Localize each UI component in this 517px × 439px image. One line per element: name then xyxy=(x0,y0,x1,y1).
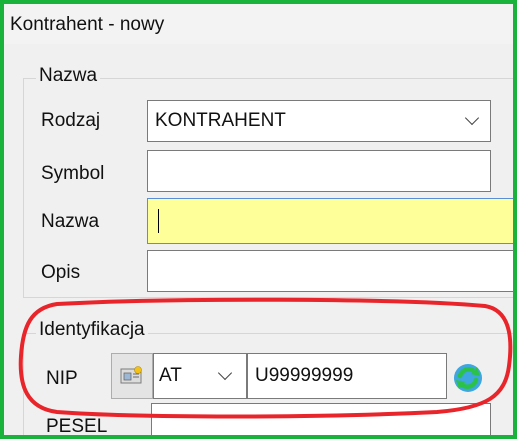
country-select[interactable]: AT xyxy=(153,353,247,399)
pesel-label: PESEL xyxy=(46,416,108,437)
rodzaj-select-value: KONTRAHENT xyxy=(155,110,286,131)
nip-input[interactable]: U99999999 xyxy=(247,353,447,399)
chevron-down-icon xyxy=(217,365,233,381)
window-title: Kontrahent - nowy xyxy=(10,14,165,35)
card-icon xyxy=(120,366,142,384)
refresh-icon xyxy=(454,364,482,392)
nip-label: NIP xyxy=(46,368,78,389)
refresh-button[interactable] xyxy=(451,361,485,395)
pesel-input[interactable] xyxy=(151,403,491,435)
dialog-window: Kontrahent - nowy Nazwa Rodzaj KONTRAHEN… xyxy=(0,0,517,439)
symbol-label: Symbol xyxy=(41,163,105,184)
title-bar: Kontrahent - nowy xyxy=(4,4,513,44)
symbol-input[interactable] xyxy=(147,150,491,192)
country-select-value: AT xyxy=(159,365,182,386)
opis-input[interactable] xyxy=(147,250,513,292)
identyfikacja-group-legend: Identyfikacja xyxy=(36,319,148,341)
chevron-down-icon xyxy=(464,110,480,126)
rodzaj-select[interactable]: KONTRAHENT xyxy=(147,100,491,142)
nazwa-label: Nazwa xyxy=(41,211,100,232)
nazwa-input[interactable] xyxy=(147,198,513,244)
nip-input-value: U99999999 xyxy=(255,365,354,386)
card-button[interactable] xyxy=(111,353,153,399)
rodzaj-label: Rodzaj xyxy=(41,110,101,131)
nazwa-group-legend: Nazwa xyxy=(36,65,101,87)
text-caret xyxy=(158,209,159,233)
opis-label: Opis xyxy=(41,262,81,283)
